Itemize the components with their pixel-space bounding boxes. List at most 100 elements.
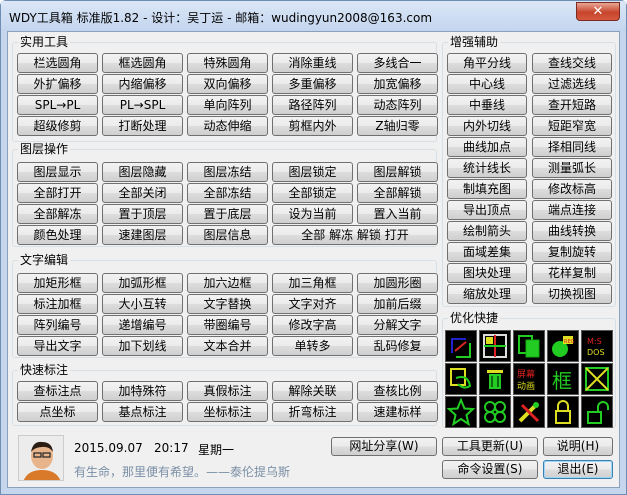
text-buttons-2[interactable]: 加六边框 (187, 273, 268, 293)
text-buttons-19[interactable]: 乱码修复 (357, 336, 438, 356)
enhance-buttons-13[interactable]: 修改标高 (532, 179, 612, 199)
share-button[interactable]: 网址分享(W) (331, 437, 437, 456)
text-buttons-13[interactable]: 修改字高 (272, 315, 353, 335)
update-button[interactable]: 工具更新(U) (442, 437, 538, 456)
enhance-buttons-20[interactable]: 图块处理 (447, 263, 527, 283)
enhance-buttons-7[interactable]: 短距窄宽 (532, 116, 612, 136)
text-buttons-4[interactable]: 加圆形圈 (357, 273, 438, 293)
enhance-buttons-21[interactable]: 花样复制 (532, 263, 612, 283)
dim-buttons-6[interactable]: 基点标注 (102, 402, 183, 422)
dim-buttons-3[interactable]: 解除关联 (272, 381, 353, 401)
enhance-buttons-8[interactable]: 曲线加点 (447, 137, 527, 157)
trash-icon[interactable] (479, 363, 511, 395)
cross-icon[interactable] (581, 363, 613, 395)
frame-text-icon[interactable]: 框 (547, 363, 579, 395)
lock-icon[interactable] (547, 396, 579, 428)
practical-buttons-5[interactable]: 外扩偏移 (17, 74, 98, 94)
dim-buttons-1[interactable]: 加特殊符 (102, 381, 183, 401)
text-buttons-14[interactable]: 分解文字 (357, 315, 438, 335)
practical-buttons-9[interactable]: 加宽偏移 (357, 74, 438, 94)
practical-buttons-17[interactable]: 动态伸缩 (187, 116, 268, 136)
text-buttons-0[interactable]: 加矩形框 (17, 273, 98, 293)
layer-buttons-18[interactable]: 全部 解冻 解锁 打开 (272, 225, 438, 245)
enhance-buttons-9[interactable]: 择相同线 (532, 137, 612, 157)
practical-buttons-0[interactable]: 栏选圆角 (17, 53, 98, 73)
text-buttons-16[interactable]: 加下划线 (102, 336, 183, 356)
layer-buttons-10[interactable]: 全部解冻 (17, 204, 98, 224)
text-buttons-3[interactable]: 加三角框 (272, 273, 353, 293)
practical-buttons-19[interactable]: Z轴归零 (357, 116, 438, 136)
text-ms-dos-icon[interactable]: M:S DOS (581, 330, 613, 362)
layer-buttons-0[interactable]: 图层显示 (17, 162, 98, 182)
layer-buttons-15[interactable]: 颜色处理 (17, 225, 98, 245)
dim-buttons-2[interactable]: 真假标注 (187, 381, 268, 401)
star-icon[interactable] (445, 396, 477, 428)
enhance-buttons-6[interactable]: 内外切线 (447, 116, 527, 136)
text-buttons-12[interactable]: 带圈编号 (187, 315, 268, 335)
layer-buttons-9[interactable]: 全部解锁 (357, 183, 438, 203)
enhance-buttons-10[interactable]: 统计线长 (447, 158, 527, 178)
text-buttons-5[interactable]: 标注加框 (17, 294, 98, 314)
text-buttons-7[interactable]: 文字替换 (187, 294, 268, 314)
exit-button[interactable]: 退出(E) (543, 460, 613, 479)
text-buttons-18[interactable]: 单转多 (272, 336, 353, 356)
practical-buttons-14[interactable]: 动态阵列 (357, 95, 438, 115)
copy-icon[interactable] (513, 330, 545, 362)
enhance-buttons-22[interactable]: 缩放处理 (447, 284, 527, 304)
dim-buttons-4[interactable]: 查核比例 (357, 381, 438, 401)
text-buttons-11[interactable]: 递增编号 (102, 315, 183, 335)
dim-buttons-0[interactable]: 查标注点 (17, 381, 98, 401)
practical-buttons-13[interactable]: 路径阵列 (272, 95, 353, 115)
enhance-buttons-15[interactable]: 端点连接 (532, 200, 612, 220)
practical-buttons-15[interactable]: 超级修剪 (17, 116, 98, 136)
practical-buttons-11[interactable]: PL→SPL (102, 95, 183, 115)
layer-buttons-6[interactable]: 全部关闭 (102, 183, 183, 203)
enhance-buttons-23[interactable]: 切换视图 (532, 284, 612, 304)
layer-buttons-13[interactable]: 设为当前 (272, 204, 353, 224)
practical-buttons-12[interactable]: 单向阵列 (187, 95, 268, 115)
layer-buttons-14[interactable]: 置入当前 (357, 204, 438, 224)
layer-buttons-3[interactable]: 图层锁定 (272, 162, 353, 182)
enhance-buttons-19[interactable]: 复制旋转 (532, 242, 612, 262)
select-icon[interactable] (445, 330, 477, 362)
layer-buttons-4[interactable]: 图层解锁 (357, 162, 438, 182)
dim-buttons-8[interactable]: 折弯标注 (272, 402, 353, 422)
grid-icon[interactable] (479, 330, 511, 362)
layer-buttons-12[interactable]: 置于底层 (187, 204, 268, 224)
enhance-buttons-3[interactable]: 过滤选线 (532, 74, 612, 94)
title-bar[interactable]: WDY工具箱 标准版1.82 - 设计：吴丁运 - 邮箱：wudingyun20… (1, 1, 626, 31)
layer-buttons-7[interactable]: 全部冻结 (187, 183, 268, 203)
practical-buttons-10[interactable]: SPL→PL (17, 95, 98, 115)
layer-buttons-5[interactable]: 全部打开 (17, 183, 98, 203)
text-buttons-6[interactable]: 大小互转 (102, 294, 183, 314)
practical-buttons-6[interactable]: 内缩偏移 (102, 74, 183, 94)
text-buttons-1[interactable]: 加弧形框 (102, 273, 183, 293)
practical-buttons-2[interactable]: 特殊圆角 (187, 53, 268, 73)
text-buttons-17[interactable]: 文本合并 (187, 336, 268, 356)
layer-buttons-8[interactable]: 全部锁定 (272, 183, 353, 203)
enhance-buttons-17[interactable]: 曲线转换 (532, 221, 612, 241)
enhance-buttons-5[interactable]: 查开短路 (532, 95, 612, 115)
text-buttons-10[interactable]: 阵列编号 (17, 315, 98, 335)
text-buttons-15[interactable]: 导出文字 (17, 336, 98, 356)
close-button[interactable]: ✕ (576, 2, 620, 21)
unlock-icon[interactable] (581, 396, 613, 428)
enhance-buttons-2[interactable]: 中心线 (447, 74, 527, 94)
settings-button[interactable]: 命令设置(S) (442, 460, 538, 479)
practical-buttons-1[interactable]: 框选圆角 (102, 53, 183, 73)
practical-buttons-3[interactable]: 消除重线 (272, 53, 353, 73)
layer-buttons-11[interactable]: 置于顶层 (102, 204, 183, 224)
enhance-buttons-1[interactable]: 查线交线 (532, 53, 612, 73)
balls-icon[interactable] (479, 396, 511, 428)
layer-buttons-17[interactable]: 图层信息 (187, 225, 268, 245)
paint-icon[interactable]: REG (547, 330, 579, 362)
lasso-icon[interactable] (445, 363, 477, 395)
enhance-buttons-12[interactable]: 制填充图 (447, 179, 527, 199)
text-buttons-9[interactable]: 加前后缀 (357, 294, 438, 314)
screen-text-icon[interactable]: 屏幕 动画 (513, 363, 545, 395)
tools-icon[interactable] (513, 396, 545, 428)
practical-buttons-8[interactable]: 多重偏移 (272, 74, 353, 94)
practical-buttons-4[interactable]: 多线合一 (357, 53, 438, 73)
layer-buttons-2[interactable]: 图层冻结 (187, 162, 268, 182)
enhance-buttons-14[interactable]: 导出顶点 (447, 200, 527, 220)
